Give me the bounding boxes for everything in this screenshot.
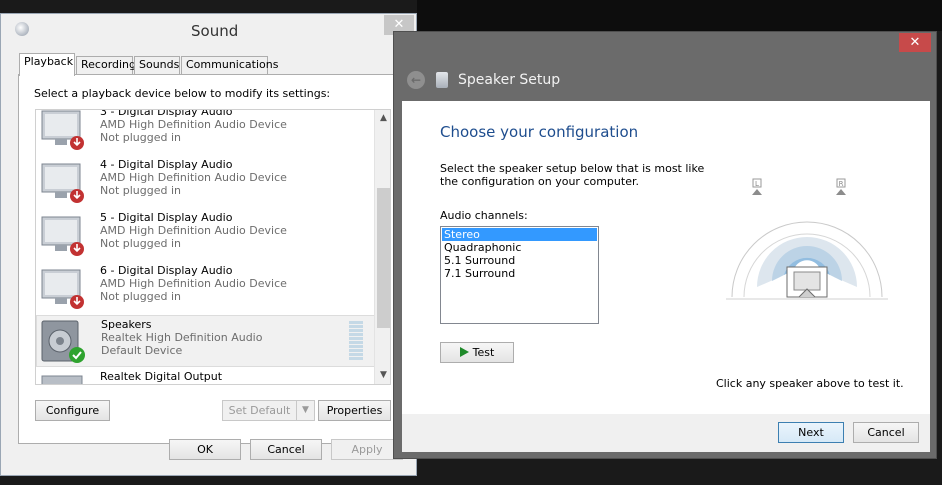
scroll-thumb[interactable]	[377, 188, 390, 328]
device-driver: Realtek High Definition Audio	[101, 331, 263, 344]
device-list-scrollbar[interactable]: ▲ ▼	[374, 110, 390, 384]
speaker-test-hint: Click any speaker above to test it.	[716, 377, 904, 390]
back-arrow-icon[interactable]: ←	[407, 71, 425, 89]
speaker-icon	[41, 320, 85, 363]
device-name: 4 - Digital Display Audio	[100, 158, 233, 171]
test-label: Test	[472, 346, 495, 359]
device-state: Not plugged in	[100, 237, 182, 250]
device-item[interactable]: 3 - Digital Display Audio AMD High Defin…	[36, 109, 376, 155]
page-title: Choose your configuration	[440, 123, 639, 141]
channel-option-7-1-surround[interactable]: 7.1 Surround	[442, 267, 597, 280]
sound-dialog: Sound ✕ Playback Recording Sounds Commun…	[0, 13, 417, 476]
ok-button[interactable]: OK	[169, 439, 241, 460]
test-button[interactable]: Test	[440, 342, 514, 363]
level-meter	[349, 321, 363, 361]
cancel-button[interactable]: Cancel	[853, 422, 919, 443]
left-speaker-letter: L	[755, 180, 759, 188]
channel-option-quadraphonic[interactable]: Quadraphonic	[442, 241, 597, 254]
device-item[interactable]: 6 - Digital Display Audio AMD High Defin…	[36, 262, 376, 314]
speaker-setup-dialog: ✕ ← Speaker Setup Choose your configurat…	[393, 31, 937, 459]
device-name: 5 - Digital Display Audio	[100, 211, 233, 224]
right-speaker-letter: R	[839, 180, 844, 188]
channel-option-5-1-surround[interactable]: 5.1 Surround	[442, 254, 597, 267]
desktop-background	[417, 0, 942, 31]
set-default-label: Set Default	[228, 404, 291, 417]
left-speaker-icon[interactable]: L	[752, 178, 762, 195]
tab-recording[interactable]: Recording	[76, 56, 136, 75]
digital-output-icon	[41, 375, 83, 384]
speaker-diagram: L R	[726, 178, 888, 300]
device-item[interactable]: Realtek Digital Output	[36, 368, 376, 384]
configure-button[interactable]: Configure	[35, 400, 110, 421]
device-name: 6 - Digital Display Audio	[100, 264, 233, 277]
monitor-icon	[41, 163, 84, 203]
play-icon	[459, 347, 469, 357]
set-default-button[interactable]: Set Default ▼	[222, 400, 315, 421]
device-item[interactable]: 5 - Digital Display Audio AMD High Defin…	[36, 209, 376, 261]
device-driver: AMD High Definition Audio Device	[100, 224, 287, 237]
chevron-down-icon[interactable]: ▼	[375, 367, 390, 384]
chevron-up-icon[interactable]: ▲	[375, 110, 390, 127]
device-item-speakers[interactable]: Speakers Realtek High Definition Audio D…	[36, 315, 376, 367]
tab-communications[interactable]: Communications	[181, 56, 278, 75]
close-icon[interactable]: ✕	[899, 33, 931, 52]
chevron-down-icon[interactable]: ▼	[296, 401, 314, 420]
device-state: Not plugged in	[100, 290, 182, 303]
device-driver: AMD High Definition Audio Device	[100, 171, 287, 184]
right-speaker-icon[interactable]: R	[836, 178, 846, 195]
device-driver: AMD High Definition Audio Device	[100, 277, 287, 290]
tab-sounds[interactable]: Sounds	[134, 56, 180, 75]
sound-window-title: Sound	[191, 22, 239, 40]
speaker-setup-app-icon	[436, 72, 448, 88]
channel-option-stereo[interactable]: Stereo	[442, 228, 597, 241]
audio-channels-listbox[interactable]: Stereo Quadraphonic 5.1 Surround 7.1 Sur…	[440, 226, 599, 324]
device-driver: AMD High Definition Audio Device	[100, 118, 287, 131]
monitor-icon	[41, 216, 84, 256]
properties-button[interactable]: Properties	[318, 400, 391, 421]
playback-panel: Select a playback device below to modify…	[18, 74, 407, 444]
setup-description: Select the speaker setup below that is m…	[440, 162, 705, 188]
device-name: Realtek Digital Output	[100, 370, 223, 383]
device-state: Not plugged in	[100, 131, 182, 144]
speaker-app-icon	[15, 22, 29, 36]
device-item[interactable]: 4 - Digital Display Audio AMD High Defin…	[36, 156, 376, 208]
monitor-icon	[41, 269, 84, 309]
audio-channels-label: Audio channels:	[440, 209, 528, 222]
monitor-icon	[41, 110, 84, 150]
sound-titlebar[interactable]: Sound ✕	[1, 14, 416, 46]
device-state: Not plugged in	[100, 184, 182, 197]
next-button[interactable]: Next	[778, 422, 844, 443]
device-state: Default Device	[101, 344, 183, 357]
playback-device-list[interactable]: 3 - Digital Display Audio AMD High Defin…	[35, 109, 391, 385]
tab-playback[interactable]: Playback	[19, 53, 75, 76]
playback-caption: Select a playback device below to modify…	[34, 87, 331, 100]
cancel-button[interactable]: Cancel	[250, 439, 322, 460]
speaker-setup-footer: Next Cancel	[402, 414, 930, 452]
speaker-setup-body: Choose your configuration Select the spe…	[402, 101, 930, 414]
device-name: Speakers	[101, 318, 152, 331]
speaker-setup-title: Speaker Setup	[458, 72, 561, 88]
device-name: 3 - Digital Display Audio	[100, 109, 233, 118]
